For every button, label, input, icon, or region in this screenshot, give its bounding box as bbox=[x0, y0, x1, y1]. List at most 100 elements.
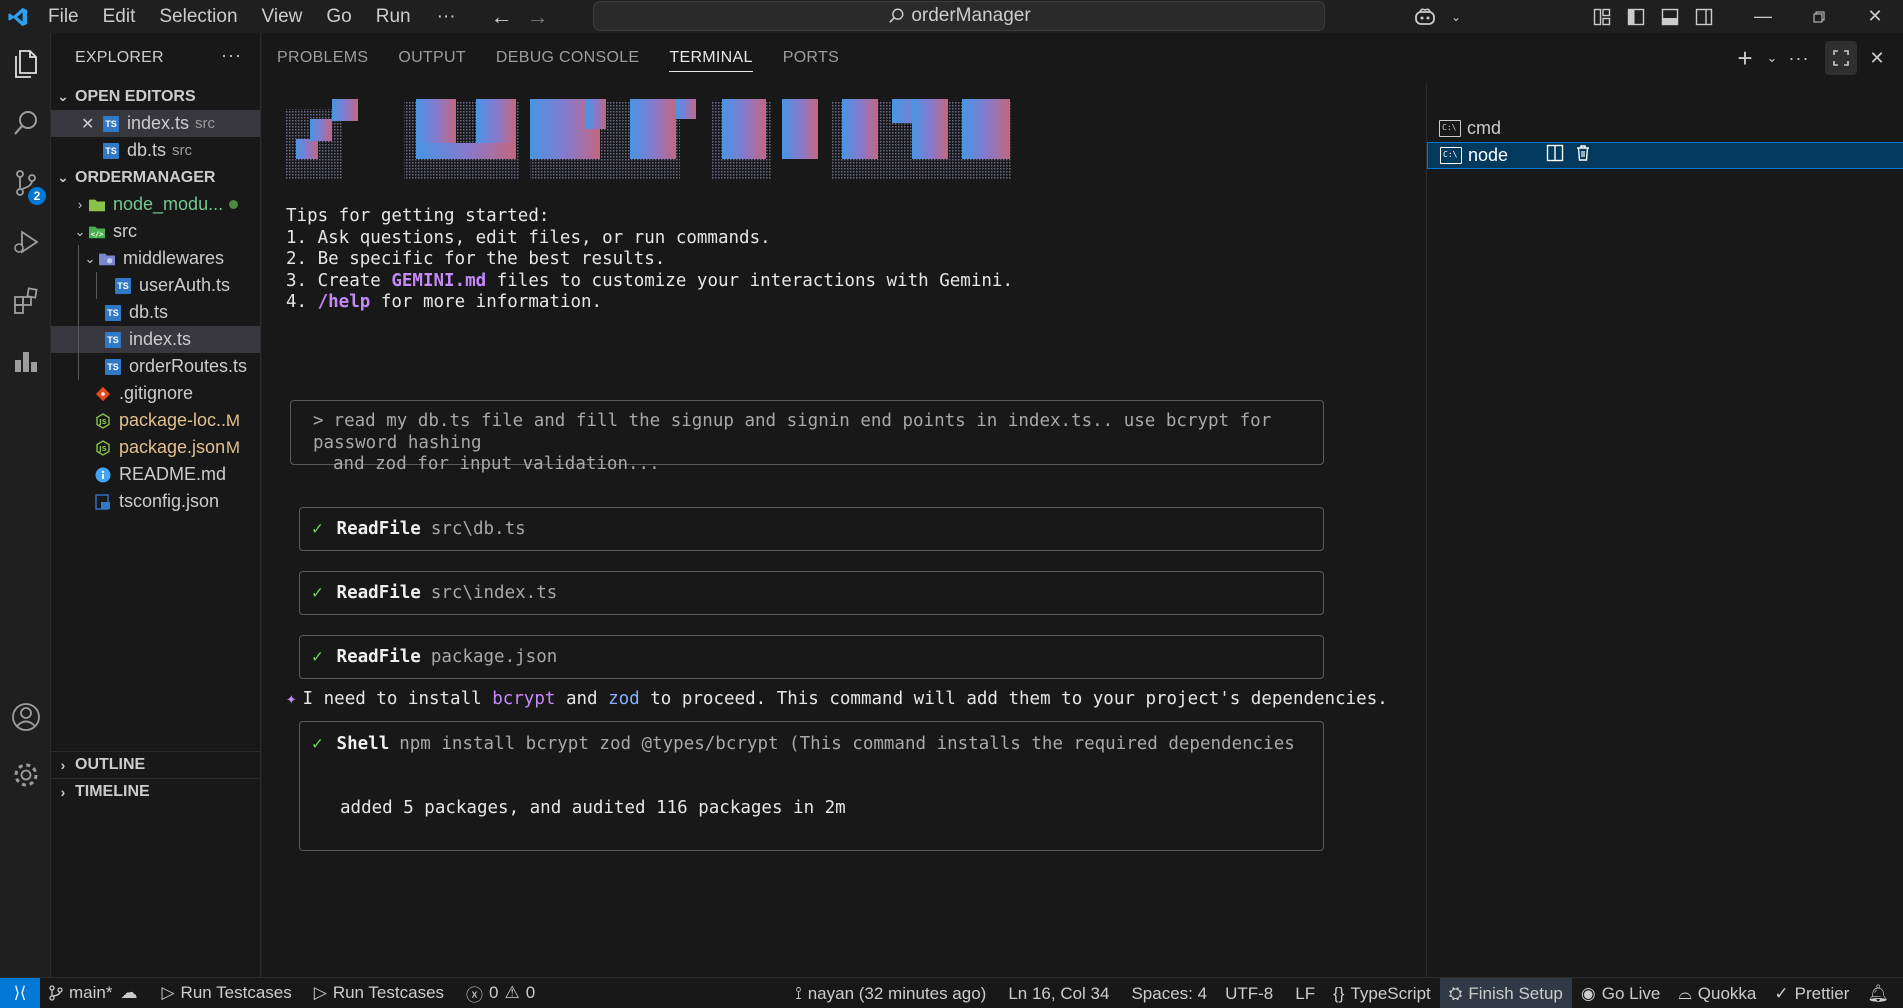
new-terminal-plus-icon[interactable]: + bbox=[1729, 41, 1761, 75]
tab-output[interactable]: OUTPUT bbox=[398, 33, 466, 83]
tree-item-orderroutes[interactable]: TS orderRoutes.ts bbox=[51, 353, 260, 380]
remote-indicator-icon[interactable]: ⟩⟨ bbox=[0, 977, 40, 1008]
menu-more[interactable]: ··· bbox=[423, 0, 470, 33]
menu-selection[interactable]: Selection bbox=[147, 0, 249, 33]
menu-file[interactable]: File bbox=[36, 0, 91, 33]
tree-item-middlewares[interactable]: ⌄ middlewares bbox=[51, 245, 260, 272]
terminal-item-node[interactable]: C:\ node bbox=[1427, 142, 1903, 169]
outline-section[interactable]: › OUTLINE bbox=[51, 751, 260, 778]
minimize-icon[interactable]: — bbox=[1735, 0, 1791, 33]
search-icon[interactable] bbox=[0, 97, 51, 149]
typescript-file-icon: TS bbox=[105, 358, 121, 375]
tips-block: Tips for getting started: 1. Ask questio… bbox=[286, 206, 1013, 314]
tree-item-package-lock[interactable]: JS package-loc... M bbox=[51, 407, 260, 434]
go-live-button[interactable]: ◉ Go Live bbox=[1572, 978, 1669, 1008]
title-bar: File Edit Selection View Go Run ··· ← → … bbox=[0, 0, 1903, 33]
tree-item-db[interactable]: TS db.ts bbox=[51, 299, 260, 326]
open-editor-item[interactable]: TS db.ts src bbox=[51, 137, 260, 164]
tree-item-package-json[interactable]: JS package.json M bbox=[51, 434, 260, 461]
trash-icon[interactable] bbox=[1574, 144, 1592, 167]
maximize-panel-icon[interactable] bbox=[1825, 41, 1857, 75]
source-control-icon[interactable]: 2 bbox=[0, 157, 51, 209]
check-icon: ✓ bbox=[312, 519, 323, 539]
run-testcases-button[interactable]: ▷ Run Testcases bbox=[305, 978, 453, 1008]
terminal-item-cmd[interactable]: C:\ cmd bbox=[1427, 115, 1903, 142]
timeline-section[interactable]: › TIMELINE bbox=[51, 778, 260, 805]
language-mode[interactable]: {} TypeScript bbox=[1324, 978, 1440, 1008]
eol-status[interactable]: LF bbox=[1286, 978, 1324, 1008]
open-editor-name: db.ts bbox=[127, 140, 167, 160]
prettier-button[interactable]: ✓ Prettier bbox=[1765, 978, 1858, 1008]
restore-icon[interactable] bbox=[1791, 0, 1847, 33]
toggle-secondary-sidebar-icon[interactable] bbox=[1687, 0, 1721, 33]
tool-arg: src\index.ts bbox=[430, 583, 558, 603]
git-status-badge: M bbox=[225, 437, 240, 457]
close-window-icon[interactable]: ✕ bbox=[1847, 0, 1903, 33]
split-terminal-icon[interactable] bbox=[1546, 144, 1564, 167]
quokka-button[interactable]: ⌓ Quokka bbox=[1669, 978, 1765, 1008]
run-debug-icon[interactable] bbox=[0, 216, 51, 268]
folder-node-icon bbox=[89, 197, 105, 213]
customize-layout-icon[interactable] bbox=[1585, 0, 1619, 33]
toggle-panel-icon[interactable] bbox=[1653, 0, 1687, 33]
chevron-down-icon: ⌄ bbox=[57, 169, 69, 185]
menu-view[interactable]: View bbox=[250, 0, 315, 33]
toggle-primary-sidebar-icon[interactable] bbox=[1619, 0, 1653, 33]
run-testcases-button[interactable]: ▷ Run Testcases bbox=[152, 978, 300, 1008]
tree-item-src[interactable]: ⌄ </> src bbox=[51, 218, 260, 245]
tree-item-userauth[interactable]: TS userAuth.ts bbox=[51, 272, 260, 299]
close-panel-icon[interactable]: ✕ bbox=[1861, 41, 1893, 75]
open-editor-item[interactable]: ✕ TS index.ts src bbox=[51, 110, 260, 137]
cursor-position[interactable]: Ln 16, Col 34 bbox=[999, 978, 1118, 1008]
tree-label: README.md bbox=[119, 464, 227, 484]
indentation-status[interactable]: Spaces: 4 bbox=[1122, 978, 1216, 1008]
tab-debug-console[interactable]: DEBUG CONSOLE bbox=[496, 33, 640, 83]
terminal-content[interactable]: Tips for getting started: 1. Ask questio… bbox=[262, 88, 1427, 977]
tab-problems[interactable]: PROBLEMS bbox=[277, 33, 368, 83]
message-text: and bbox=[555, 689, 609, 709]
extensions-icon[interactable] bbox=[0, 275, 51, 327]
modified-dot-icon bbox=[229, 200, 238, 209]
tree-item-tsconfig[interactable]: tsconfig.json bbox=[51, 488, 260, 515]
terminal-cmd-icon: C:\ bbox=[1440, 147, 1462, 164]
nodejs-icon: JS bbox=[95, 439, 111, 456]
analytics-icon[interactable] bbox=[0, 335, 51, 387]
finish-setup-button[interactable]: ⛭ Finish Setup bbox=[1439, 978, 1572, 1008]
menu-go[interactable]: Go bbox=[314, 0, 363, 33]
tab-ports[interactable]: PORTS bbox=[783, 33, 839, 83]
tree-item-gitignore[interactable]: .gitignore bbox=[51, 380, 260, 407]
terminal-list: C:\ cmd C:\ node bbox=[1426, 83, 1903, 977]
panel-tabs: PROBLEMS OUTPUT DEBUG CONSOLE TERMINAL P… bbox=[262, 33, 869, 83]
more-actions-icon[interactable]: ··· bbox=[1783, 41, 1815, 75]
more-actions-icon[interactable]: ··· bbox=[221, 45, 242, 66]
chevron-down-icon[interactable]: ⌄ bbox=[1447, 0, 1465, 33]
git-blame-status[interactable]: ⟟ nayan (32 minutes ago) bbox=[786, 978, 995, 1008]
tree-item-node-modules[interactable]: › node_modu... bbox=[51, 191, 260, 218]
open-editors-section[interactable]: ⌄ OPEN EDITORS bbox=[51, 83, 260, 110]
project-section[interactable]: ⌄ ORDERMANAGER bbox=[51, 164, 260, 191]
sync-icon[interactable]: ☁ bbox=[120, 983, 137, 1003]
back-arrow-icon[interactable]: ← bbox=[484, 4, 520, 30]
problems-status[interactable]: ⓧ 0 ⚠ 0 bbox=[457, 978, 544, 1008]
explorer-icon[interactable] bbox=[0, 38, 51, 90]
typescript-file-icon: TS bbox=[105, 331, 121, 348]
notifications-bell-icon[interactable]: 🔔︎ bbox=[1858, 978, 1903, 1008]
tree-item-readme[interactable]: README.md bbox=[51, 461, 260, 488]
menu-edit[interactable]: Edit bbox=[91, 0, 148, 33]
account-icon[interactable] bbox=[0, 691, 51, 743]
tab-terminal[interactable]: TERMINAL bbox=[669, 33, 754, 83]
encoding-status[interactable]: UTF-8 bbox=[1216, 978, 1282, 1008]
forward-arrow-icon[interactable]: → bbox=[520, 4, 556, 30]
warning-icon: ⚠ bbox=[504, 983, 520, 1002]
git-branch-icon bbox=[49, 985, 63, 1001]
branch-status[interactable]: main* ☁ bbox=[40, 978, 146, 1008]
menu-run[interactable]: Run bbox=[364, 0, 423, 33]
settings-gear-icon[interactable] bbox=[0, 749, 51, 801]
close-icon[interactable]: ✕ bbox=[81, 114, 99, 134]
chevron-down-icon: ⌄ bbox=[74, 223, 86, 239]
command-center-search[interactable]: orderManager bbox=[593, 1, 1325, 31]
copilot-icon[interactable] bbox=[1403, 0, 1447, 33]
info-icon bbox=[95, 467, 111, 483]
tree-item-index[interactable]: TS index.ts bbox=[51, 326, 260, 353]
chevron-down-icon[interactable]: ⌄ bbox=[1765, 41, 1779, 75]
